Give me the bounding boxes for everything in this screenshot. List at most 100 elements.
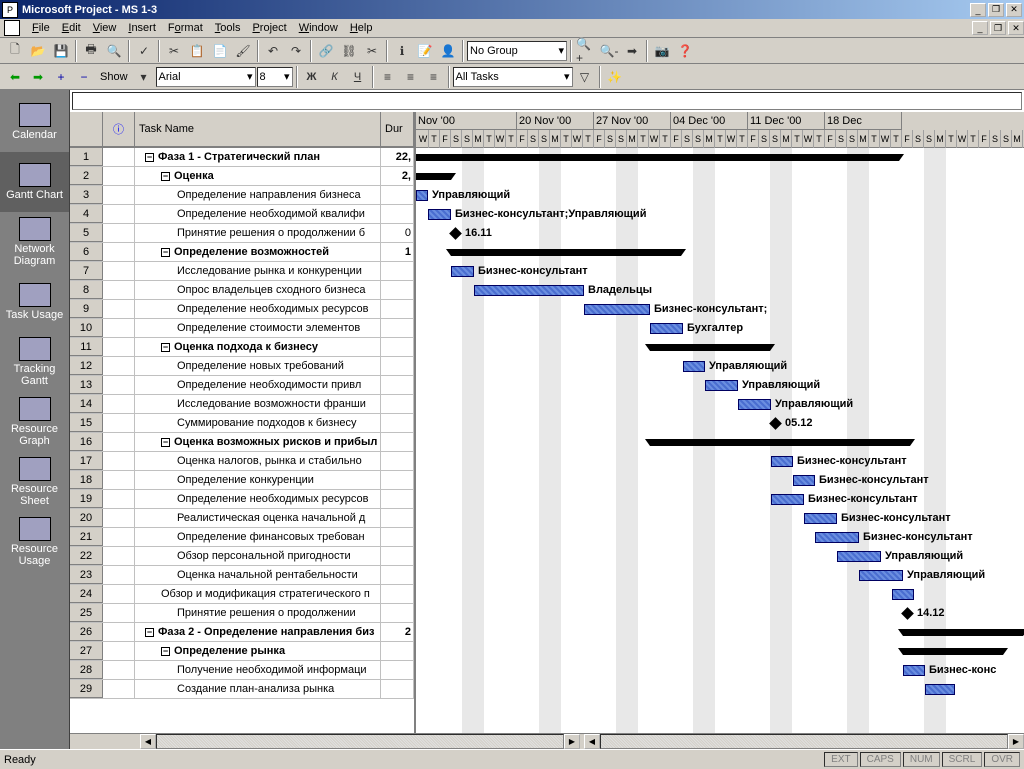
font-select[interactable]: Arial▾ <box>156 67 256 87</box>
assign-icon[interactable]: 👤 <box>437 40 459 62</box>
maximize-button[interactable]: ❐ <box>988 3 1004 17</box>
row-number[interactable]: 24 <box>70 585 103 603</box>
row-info[interactable] <box>103 490 135 508</box>
table-scroll-track[interactable] <box>156 734 564 749</box>
row-number[interactable]: 17 <box>70 452 103 470</box>
summary-bar[interactable] <box>650 439 910 446</box>
duration-cell[interactable] <box>381 661 414 679</box>
task-bar[interactable] <box>771 456 793 467</box>
menu-tools[interactable]: Tools <box>209 20 247 36</box>
new-icon[interactable]: 🗋 <box>4 40 26 62</box>
row-info[interactable] <box>103 300 135 318</box>
task-bar[interactable] <box>650 323 683 334</box>
task-name-cell[interactable]: Определение необходимости привл <box>135 376 381 394</box>
row-number[interactable]: 21 <box>70 528 103 546</box>
row-info[interactable] <box>103 680 135 698</box>
row-number[interactable]: 28 <box>70 661 103 679</box>
goto-icon[interactable]: ➡ <box>621 40 643 62</box>
task-name-cell[interactable]: Опрос владельцев сходного бизнеса <box>135 281 381 299</box>
preview-icon[interactable]: 🔍 <box>103 40 125 62</box>
task-bar[interactable] <box>925 684 955 695</box>
row-number[interactable]: 4 <box>70 205 103 223</box>
undo-icon[interactable]: ↶ <box>262 40 284 62</box>
outline-toggle-icon[interactable]: − <box>161 172 170 181</box>
gantt-scroll-track[interactable] <box>600 734 1008 749</box>
row-number[interactable]: 13 <box>70 376 103 394</box>
view-resource-usage[interactable]: Resource Usage <box>0 512 69 572</box>
duration-cell[interactable]: 1 <box>381 243 414 261</box>
task-name-cell[interactable]: Обзор и модификация стратегического п <box>135 585 381 603</box>
task-name-cell[interactable]: Создание план-анализа рынка <box>135 680 381 698</box>
row-number[interactable]: 5 <box>70 224 103 242</box>
view-task-usage[interactable]: Task Usage <box>0 272 69 332</box>
task-bar[interactable] <box>474 285 584 296</box>
row-number[interactable]: 29 <box>70 680 103 698</box>
gantt-chart-pane[interactable]: Nov '0020 Nov '0027 Nov '0004 Dec '0011 … <box>416 112 1024 733</box>
task-name-cell[interactable]: −Определение возможностей <box>135 243 381 261</box>
menu-help[interactable]: Help <box>344 20 379 36</box>
view-tracking-gantt[interactable]: Tracking Gantt <box>0 332 69 392</box>
menu-view[interactable]: View <box>87 20 123 36</box>
table-row[interactable]: 29 Создание план-анализа рынка <box>70 680 414 699</box>
view-resource-graph[interactable]: Resource Graph <box>0 392 69 452</box>
minimize-button[interactable]: _ <box>970 3 986 17</box>
duration-cell[interactable] <box>381 414 414 432</box>
task-name-cell[interactable]: Определение конкуренции <box>135 471 381 489</box>
spell-icon[interactable]: ✓ <box>133 40 155 62</box>
row-info[interactable] <box>103 585 135 603</box>
row-info[interactable] <box>103 338 135 356</box>
row-number[interactable]: 6 <box>70 243 103 261</box>
duration-cell[interactable] <box>381 509 414 527</box>
task-name-cell[interactable]: Определение стоимости элементов <box>135 319 381 337</box>
duration-cell[interactable]: 22, <box>381 148 414 166</box>
summary-bar[interactable] <box>416 173 451 180</box>
table-row[interactable]: 23Оценка начальной рентабельности <box>70 566 414 585</box>
duration-cell[interactable]: 0 <box>381 224 414 242</box>
row-info[interactable] <box>103 243 135 261</box>
duration-cell[interactable] <box>381 319 414 337</box>
task-name-cell[interactable]: Суммирование подходов к бизнесу <box>135 414 381 432</box>
task-name-cell[interactable]: Определение новых требований <box>135 357 381 375</box>
menu-format[interactable]: Format <box>162 20 209 36</box>
duration-cell[interactable] <box>381 433 414 451</box>
row-info[interactable] <box>103 433 135 451</box>
show-dropdown[interactable]: ▾ <box>133 66 155 88</box>
copy-icon[interactable]: 📋 <box>186 40 208 62</box>
table-row[interactable]: 9Определение необходимых ресурсов <box>70 300 414 319</box>
row-info[interactable] <box>103 281 135 299</box>
align-center-icon[interactable]: ≡ <box>400 66 422 88</box>
row-info[interactable] <box>103 509 135 527</box>
row-info[interactable] <box>103 414 135 432</box>
row-number[interactable]: 12 <box>70 357 103 375</box>
col-info[interactable]: ⓘ <box>103 112 135 147</box>
table-row[interactable]: 15Суммирование подходов к бизнесу <box>70 414 414 433</box>
duration-cell[interactable] <box>381 186 414 204</box>
table-row[interactable]: 13 Определение необходимости привл <box>70 376 414 395</box>
summary-bar[interactable] <box>451 249 681 256</box>
row-number[interactable]: 23 <box>70 566 103 584</box>
row-number[interactable]: 20 <box>70 509 103 527</box>
task-name-cell[interactable]: Исследование возможности франши <box>135 395 381 413</box>
open-icon[interactable]: 📂 <box>27 40 49 62</box>
duration-cell[interactable] <box>381 680 414 698</box>
wizard-icon[interactable]: ✨ <box>604 66 626 88</box>
view-gantt-chart[interactable]: Gantt Chart <box>0 152 69 212</box>
duration-cell[interactable]: 2, <box>381 167 414 185</box>
scroll-left-icon[interactable]: ◀ <box>140 734 156 749</box>
duration-cell[interactable] <box>381 205 414 223</box>
unlink-icon[interactable]: ⛓ <box>338 40 360 62</box>
table-row[interactable]: 12 Определение новых требований <box>70 357 414 376</box>
row-info[interactable] <box>103 471 135 489</box>
outline-toggle-icon[interactable]: − <box>161 438 170 447</box>
duration-cell[interactable] <box>381 604 414 622</box>
row-info[interactable] <box>103 452 135 470</box>
gantt-scroll-left-icon[interactable]: ◀ <box>584 734 600 749</box>
task-bar[interactable] <box>451 266 474 277</box>
zoom-out-icon[interactable]: 🔍- <box>598 40 620 62</box>
scroll-right-icon[interactable]: ▶ <box>564 734 580 749</box>
bold-icon[interactable]: Ж <box>301 66 323 88</box>
copy-pic-icon[interactable]: 📷 <box>651 40 673 62</box>
summary-bar[interactable] <box>903 648 1003 655</box>
outdent-icon[interactable]: ⬅ <box>4 66 26 88</box>
duration-cell[interactable] <box>381 281 414 299</box>
